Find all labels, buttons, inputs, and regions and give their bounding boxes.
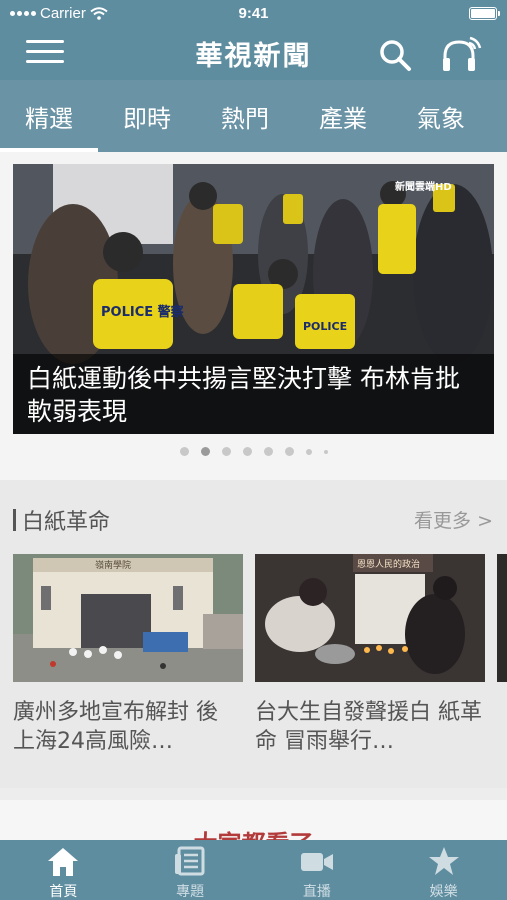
hero-carousel: POLICE 警察 POLICE 新聞雲端HD 白紙運動後中共揚言堅決打擊 布林… [0, 152, 507, 480]
page-dot[interactable] [179, 447, 189, 456]
page-dot-active[interactable] [200, 447, 210, 456]
video-camera-icon [300, 853, 333, 871]
card-thumbnail: 恩恩人民的政治 [255, 554, 485, 682]
tab-industry[interactable]: 產業 [294, 80, 392, 152]
tabbar-entertainment-label: 娛樂 [429, 884, 458, 900]
channel-logo: 新聞雲端HD [395, 180, 452, 193]
star-icon [428, 847, 459, 875]
battery-icon [469, 7, 500, 20]
tabbar-entertainment[interactable]: 娛樂 [380, 840, 507, 900]
hero-caption: 白紙運動後中共揚言堅決打擊 布林肯批軟弱表現 [13, 354, 494, 434]
status-time: 9:41 [238, 5, 269, 22]
status-bar: Carrier 9:41 [0, 0, 507, 28]
card-thumbnail: 嶺南學院 [13, 554, 243, 682]
section-marker [13, 509, 16, 531]
tabbar-home[interactable]: 首頁 [0, 840, 127, 900]
section-title: 白紙革命 [22, 510, 111, 535]
tabbar-live-label: 直播 [302, 884, 331, 900]
page-dot[interactable] [221, 447, 231, 456]
police-vest-text: POLICE 警察 [101, 304, 185, 320]
tabbar-topics-label: 專題 [176, 884, 205, 900]
carousel-pagination [0, 447, 507, 456]
wall-banner: 恩恩人民的政治 [357, 558, 420, 570]
see-more-link[interactable]: 看更多 > [414, 506, 493, 533]
home-icon [48, 848, 79, 876]
topic-section: 白紙革命 看更多 > 嶺南學院 廣州多地宣布解封 後 上海24高風險… 恩恩人民… [0, 480, 507, 788]
headphones-icon [443, 36, 482, 71]
topic-card[interactable]: 恩恩人民的政治 台大生自發聲援白 紙革命 冒雨舉行… [255, 554, 485, 758]
tab-realtime[interactable]: 即時 [98, 80, 196, 152]
category-tabs: 精選 即時 熱門 產業 氣象 [0, 80, 507, 152]
tabbar-home-label: 首頁 [49, 884, 78, 900]
audio-button[interactable] [440, 36, 482, 74]
card-thumbnail [497, 554, 507, 682]
tabbar-live[interactable]: 直播 [254, 840, 381, 900]
popular-section-title: 大家都看了 [0, 824, 507, 840]
card-title: 廣州多地宣布解封 後 上海24高風險… [13, 700, 218, 754]
search-icon [380, 40, 411, 71]
main-content: POLICE 警察 POLICE 新聞雲端HD 白紙運動後中共揚言堅決打擊 布林… [0, 152, 507, 840]
topic-card-list: 嶺南學院 廣州多地宣布解封 後 上海24高風險… 恩恩人民的政治 台大生自發聲援… [13, 554, 507, 784]
news-icon [175, 846, 205, 876]
tab-featured[interactable]: 精選 [0, 80, 98, 152]
page-dot[interactable] [263, 447, 273, 456]
gate-sign: 嶺南學院 [95, 559, 131, 571]
page-dot[interactable] [305, 448, 312, 455]
page-dot[interactable] [242, 447, 252, 456]
popular-section: 大家都看了 [0, 800, 507, 840]
tab-popular[interactable]: 熱門 [196, 80, 294, 152]
topic-card[interactable]: 嶺南學院 廣州多地宣布解封 後 上海24高風險… [13, 554, 243, 758]
tab-weather[interactable]: 氣象 [392, 80, 490, 152]
police-vest-text-2: POLICE [303, 320, 347, 333]
app-title: 華視新聞 [195, 41, 312, 72]
page-dot[interactable] [284, 447, 294, 456]
header: Carrier 9:41 華視新聞 [0, 0, 507, 80]
page-dot[interactable] [323, 449, 328, 454]
topic-card-partial[interactable] [497, 554, 507, 682]
bottom-tab-bar: 首頁 專題 直播 娛樂 [0, 840, 507, 900]
search-button[interactable] [378, 38, 414, 72]
hero-story[interactable]: POLICE 警察 POLICE 新聞雲端HD 白紙運動後中共揚言堅決打擊 布林… [13, 164, 494, 434]
tabbar-topics[interactable]: 專題 [127, 840, 254, 900]
card-title: 台大生自發聲援白 紙革命 冒雨舉行… [255, 700, 482, 754]
